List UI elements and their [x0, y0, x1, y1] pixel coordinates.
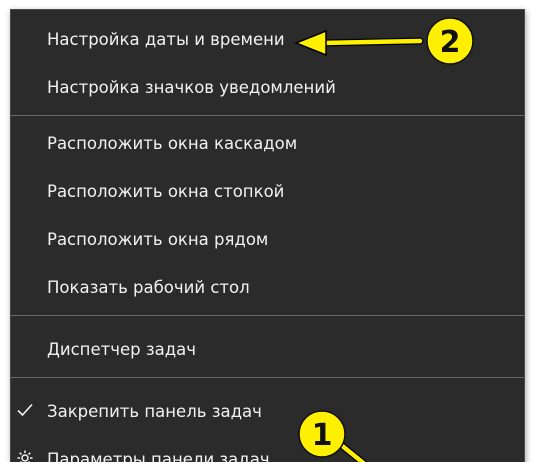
menu-separator [11, 315, 524, 316]
menu-item-label: Диспетчер задач [47, 339, 197, 359]
taskbar-context-menu: Настройка даты и времени Настройка значк… [10, 9, 525, 462]
menu-item-taskbar-settings[interactable]: Параметры панели задач [11, 439, 524, 462]
menu-item-label: Настройка значков уведомлений [47, 77, 336, 97]
menu-item-side-by-side-windows[interactable]: Расположить окна рядом [11, 219, 524, 259]
menu-item-date-time-settings[interactable]: Настройка даты и времени [11, 19, 524, 59]
menu-item-label: Расположить окна каскадом [47, 133, 298, 153]
menu-item-notification-icons-settings[interactable]: Настройка значков уведомлений [11, 67, 524, 107]
menu-item-label: Параметры панели задач [47, 449, 270, 462]
menu-item-label: Закрепить панель задач [47, 401, 262, 421]
menu-item-label: Расположить окна рядом [47, 229, 269, 249]
menu-item-label: Настройка даты и времени [47, 29, 285, 49]
menu-item-task-manager[interactable]: Диспетчер задач [11, 329, 524, 369]
menu-item-lock-taskbar[interactable]: Закрепить панель задач [11, 391, 524, 431]
menu-item-label: Показать рабочий стол [47, 277, 250, 297]
menu-item-stack-windows[interactable]: Расположить окна стопкой [11, 171, 524, 211]
menu-separator [11, 377, 524, 378]
menu-item-show-desktop[interactable]: Показать рабочий стол [11, 267, 524, 307]
menu-separator [11, 115, 524, 116]
menu-item-label: Расположить окна стопкой [47, 181, 285, 201]
checkmark-icon [11, 399, 39, 423]
screenshot-frame: Настройка даты и времени Настройка значк… [0, 0, 533, 462]
gear-icon [11, 447, 39, 462]
menu-item-cascade-windows[interactable]: Расположить окна каскадом [11, 123, 524, 163]
